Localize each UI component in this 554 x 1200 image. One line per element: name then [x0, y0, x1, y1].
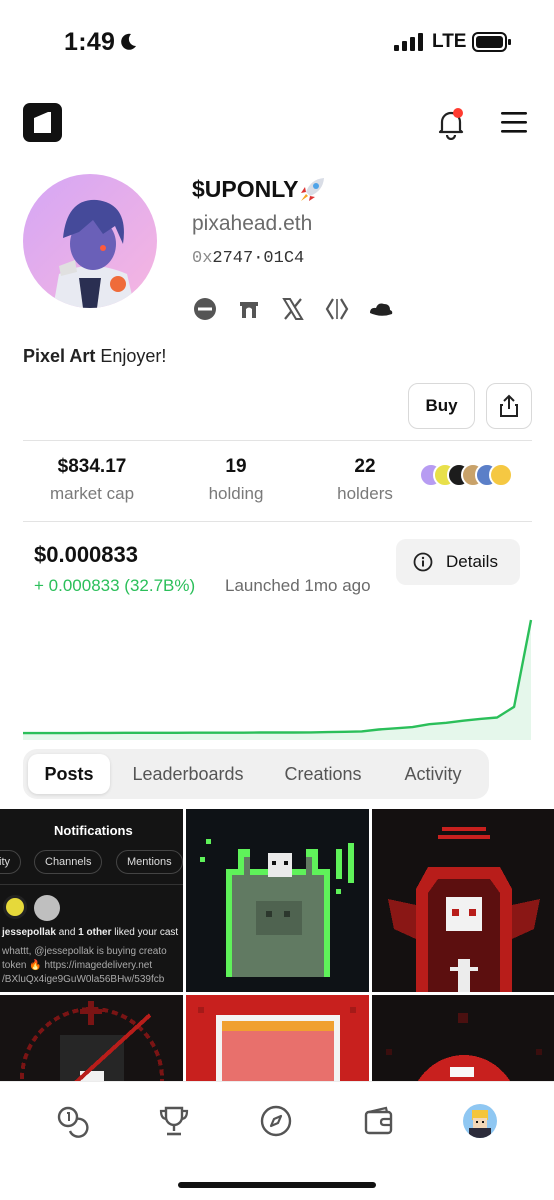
info-icon: [413, 552, 433, 572]
profile-avatar: [23, 174, 157, 308]
cloud-icon[interactable]: [368, 296, 394, 322]
liker-avatar: [3, 895, 27, 919]
profile-avatar[interactable]: [463, 1104, 497, 1138]
post-dark-red-pixel-art[interactable]: [0, 995, 183, 1081]
address-rest: 2747·01C4: [212, 249, 305, 268]
posts-grid: Notifications ity Channels Mentions jess…: [0, 809, 554, 1081]
bell-icon[interactable]: [434, 106, 468, 140]
bio-rest: Enjoyer!: [95, 346, 167, 366]
battery-icon: [472, 32, 511, 52]
post-red-skull-pixel-art[interactable]: [372, 809, 554, 992]
stat-holding[interactable]: 19 holding: [166, 441, 306, 504]
bio: Pixel Art Enjoyer!: [23, 346, 166, 367]
stat-market-cap: $834.17 market cap: [22, 441, 162, 504]
tab-creations[interactable]: Creations: [268, 754, 378, 794]
launched-time: Launched 1mo ago: [225, 576, 371, 595]
liker-bold: jessepollak: [2, 927, 56, 938]
wallet-icon[interactable]: [362, 1104, 396, 1138]
notif-body-line: token 🔥 https://imagedelivery.net: [2, 960, 153, 971]
holders-label: holders: [337, 484, 393, 503]
holders-value: 22: [354, 456, 376, 477]
divider: [23, 521, 532, 522]
share-button[interactable]: [486, 383, 532, 429]
profile-tabs: Posts Leaderboards Creations Activity: [23, 749, 489, 799]
market-cap-value: $834.17: [57, 456, 127, 477]
notif-pill: Mentions: [116, 850, 183, 874]
notif-pill: Channels: [34, 850, 103, 874]
wallet-address[interactable]: 0x2747·01C4: [192, 249, 304, 268]
address-prefix: 0x: [192, 249, 213, 268]
farcaster-arch-icon[interactable]: [236, 296, 262, 322]
price-line: [23, 619, 533, 735]
holder-avatar: [489, 463, 513, 487]
network-label: LTE: [432, 31, 467, 52]
notif-title: Notifications: [54, 823, 133, 838]
price-chart[interactable]: [23, 612, 533, 740]
details-button[interactable]: Details: [396, 539, 520, 585]
token-name: $UPONLY: [192, 176, 299, 202]
price-change: + 0.000833 (32.7B%): [34, 576, 196, 595]
status-bar: 1:49 LTE: [0, 0, 554, 84]
market-cap-label: market cap: [49, 484, 135, 503]
notif-pill: ity: [0, 850, 21, 874]
x-icon[interactable]: [280, 296, 306, 322]
farcaster-circle-icon[interactable]: [192, 296, 218, 322]
notif-body-line: whattt, @jessepollak is buying creato: [2, 946, 167, 957]
liker-mid: and: [55, 927, 79, 938]
status-time: 1:49: [64, 28, 116, 56]
tab-posts[interactable]: Posts: [28, 754, 110, 794]
rocket-icon: [301, 178, 324, 201]
social-links: [192, 296, 412, 322]
cellular-signal-icon: [394, 33, 423, 51]
compass-icon[interactable]: [259, 1104, 293, 1138]
tab-leaderboards[interactable]: Leaderboards: [118, 754, 258, 794]
liker-avatar: [34, 895, 60, 921]
token-price: $0.000833: [34, 542, 138, 567]
holding-label: holding: [208, 484, 264, 503]
post-red-orb-pixel-art[interactable]: [372, 995, 554, 1081]
notif-body-line: /BXluQx4ige9GuW0la56BHw/539fcb: [2, 974, 165, 985]
tab-activity[interactable]: Activity: [388, 754, 478, 794]
divider: [0, 884, 183, 885]
trophy-icon[interactable]: [157, 1104, 191, 1138]
moon-icon: [121, 33, 136, 50]
post-green-ghost-pixel-art[interactable]: [186, 809, 369, 992]
bio-bold: Pixel Art: [23, 346, 96, 366]
stats-row: $834.17 market cap 19 holding 22 holders: [23, 441, 532, 521]
app-logo-icon[interactable]: [23, 103, 62, 142]
liker-bold2: 1 other: [78, 927, 112, 938]
holder-avatars[interactable]: [419, 463, 519, 491]
coins-icon[interactable]: [55, 1104, 89, 1138]
post-red-frame-pixel-art[interactable]: [186, 995, 369, 1081]
notif-like-line: jessepollak and 1 other liked your cast: [2, 927, 178, 938]
home-indicator: [178, 1182, 376, 1188]
buy-button[interactable]: Buy: [408, 383, 475, 429]
code-brackets-icon[interactable]: [324, 296, 350, 322]
liker-rest: liked your cast: [111, 927, 179, 938]
ens-name: pixahead.eth: [192, 212, 313, 235]
details-label: Details: [446, 552, 498, 571]
post-notification-screenshot[interactable]: Notifications ity Channels Mentions jess…: [0, 809, 183, 992]
stat-holders[interactable]: 22 holders: [295, 441, 435, 504]
holding-value: 19: [225, 456, 247, 477]
hamburger-menu-icon[interactable]: [499, 110, 529, 134]
share-icon: [500, 394, 518, 417]
